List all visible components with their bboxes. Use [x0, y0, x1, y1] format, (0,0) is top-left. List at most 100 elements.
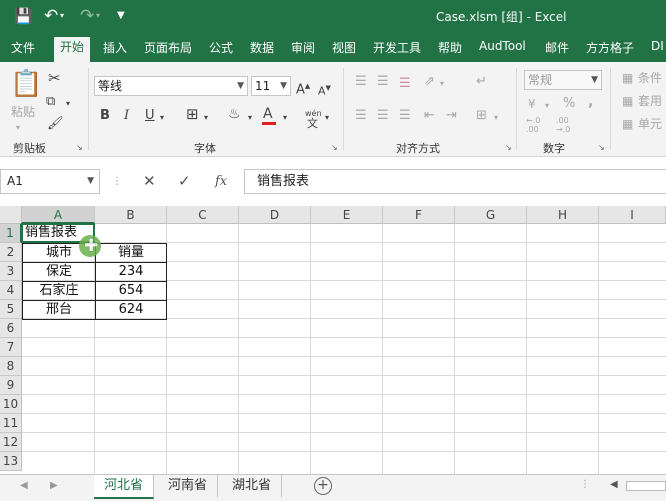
- tab-data[interactable]: 数据: [250, 39, 274, 56]
- scroll-left-icon[interactable]: ◀: [610, 479, 618, 490]
- row-header-2[interactable]: 2: [0, 243, 22, 262]
- row-header-7[interactable]: 7: [0, 338, 22, 357]
- orientation-dropdown-icon[interactable]: ▾: [440, 76, 444, 92]
- formula-input[interactable]: 销售报表: [244, 169, 666, 194]
- tab-developer[interactable]: 开发工具: [373, 39, 421, 56]
- font-size-combo[interactable]: 11 ▼: [251, 76, 291, 96]
- align-left-icon[interactable]: ☰: [355, 108, 367, 124]
- cancel-icon[interactable]: ✕: [143, 172, 156, 190]
- phonetic-char-icon[interactable]: 文: [307, 116, 318, 132]
- paste-label[interactable]: 粘贴: [11, 104, 35, 120]
- tab-fangfang[interactable]: 方方格子: [586, 39, 634, 56]
- scroll-sheets-right-icon[interactable]: ▶: [50, 480, 58, 491]
- tab-view[interactable]: 视图: [332, 39, 356, 56]
- tab-di[interactable]: DI: [651, 39, 664, 53]
- cell-a3[interactable]: 保定: [22, 262, 96, 282]
- tab-file[interactable]: 文件: [11, 39, 35, 56]
- accounting-format-icon[interactable]: ¥: [528, 96, 536, 112]
- row-header-9[interactable]: 9: [0, 376, 22, 395]
- alignment-launcher-icon[interactable]: ↘: [505, 143, 512, 152]
- align-middle-icon[interactable]: ☰: [377, 74, 389, 90]
- conditional-format-icon[interactable]: ▦: [622, 70, 633, 86]
- align-center-icon[interactable]: ☰: [377, 108, 389, 124]
- decrease-indent-icon[interactable]: ⇤: [424, 108, 435, 124]
- fill-color-icon[interactable]: ♨: [228, 106, 241, 122]
- font-launcher-icon[interactable]: ↘: [331, 143, 338, 152]
- tab-page-layout[interactable]: 页面布局: [144, 39, 192, 56]
- italic-button[interactable]: I: [124, 108, 129, 124]
- wrap-text-icon[interactable]: ↵: [476, 74, 487, 90]
- row-header-4[interactable]: 4: [0, 281, 22, 300]
- border-dropdown-icon[interactable]: ▾: [204, 110, 208, 126]
- copy-dropdown-icon[interactable]: ▾: [66, 96, 70, 112]
- column-header-i[interactable]: I: [599, 206, 666, 224]
- row-header-6[interactable]: 6: [0, 319, 22, 338]
- cell-a5[interactable]: 邢台: [22, 300, 96, 320]
- merge-center-icon[interactable]: ⊞: [476, 108, 487, 124]
- save-icon[interactable]: 💾: [14, 6, 33, 26]
- column-header-b[interactable]: B: [95, 206, 167, 224]
- undo-dropdown-icon[interactable]: ▾: [60, 6, 64, 26]
- row-header-5[interactable]: 5: [0, 300, 22, 319]
- increase-decimal-button[interactable]: ←.0 .00: [526, 116, 550, 134]
- sheet-tab-henan[interactable]: 河南省: [158, 475, 219, 497]
- column-header-f[interactable]: F: [383, 206, 455, 224]
- customize-quick-access-icon[interactable]: ▼: [117, 6, 125, 26]
- decrease-font-icon[interactable]: A▼: [318, 80, 331, 100]
- align-right-icon[interactable]: ☰: [399, 108, 411, 124]
- cell-b4[interactable]: 654: [95, 281, 167, 301]
- fill-color-dropdown-icon[interactable]: ▾: [248, 110, 252, 126]
- worksheet-grid[interactable]: A B C D E F G H I 1 2 3 4 5 6 7 8 9 10 1…: [0, 206, 666, 474]
- horizontal-scrollbar[interactable]: [626, 481, 666, 491]
- number-format-combo[interactable]: 常规 ▼: [524, 70, 602, 90]
- align-bottom-icon[interactable]: ☰: [399, 76, 411, 92]
- cell-a4[interactable]: 石家庄: [22, 281, 96, 301]
- font-name-combo[interactable]: 等线 ▼: [94, 76, 248, 96]
- cell-b3[interactable]: 234: [95, 262, 167, 282]
- sheet-tab-hebei[interactable]: 河北省: [94, 475, 155, 499]
- merge-dropdown-icon[interactable]: ▾: [494, 110, 498, 126]
- redo-dropdown-icon[interactable]: ▾: [96, 6, 100, 26]
- clipboard-launcher-icon[interactable]: ↘: [76, 143, 83, 152]
- percent-style-button[interactable]: %: [563, 96, 575, 112]
- phonetic-dropdown-icon[interactable]: ▾: [325, 110, 329, 126]
- cut-icon[interactable]: ✂: [48, 70, 61, 86]
- column-header-g[interactable]: G: [455, 206, 527, 224]
- scroll-sheets-left-icon[interactable]: ◀: [20, 480, 28, 491]
- column-header-h[interactable]: H: [527, 206, 599, 224]
- paste-icon[interactable]: 📋: [10, 70, 42, 98]
- more-options-icon[interactable]: ⋮: [112, 176, 122, 187]
- border-icon[interactable]: ⊞: [186, 106, 199, 122]
- row-header-13[interactable]: 13: [0, 452, 22, 471]
- tab-insert[interactable]: 插入: [103, 39, 127, 56]
- cell-styles-icon[interactable]: ▦: [622, 116, 633, 132]
- font-color-dropdown-icon[interactable]: ▾: [283, 110, 287, 126]
- copy-icon[interactable]: ⧉: [46, 94, 55, 110]
- column-header-a[interactable]: A: [22, 206, 95, 224]
- table-format-icon[interactable]: ▦: [622, 93, 633, 109]
- row-header-10[interactable]: 10: [0, 395, 22, 414]
- decrease-decimal-button[interactable]: .00 →.0: [556, 116, 580, 134]
- undo-icon[interactable]: ↶: [44, 6, 58, 26]
- row-header-11[interactable]: 11: [0, 414, 22, 433]
- align-top-icon[interactable]: ☰: [355, 74, 367, 90]
- column-header-d[interactable]: D: [239, 206, 311, 224]
- tab-mail[interactable]: 邮件: [545, 39, 569, 56]
- row-header-12[interactable]: 12: [0, 433, 22, 452]
- comma-style-button[interactable]: ,: [588, 94, 593, 110]
- tab-home[interactable]: 开始: [54, 37, 91, 62]
- conditional-format-label[interactable]: 条件: [638, 70, 662, 86]
- number-launcher-icon[interactable]: ↘: [598, 143, 605, 152]
- underline-button[interactable]: U: [145, 108, 155, 124]
- tab-audtool[interactable]: AudTool: [479, 39, 526, 53]
- increase-indent-icon[interactable]: ⇥: [446, 108, 457, 124]
- font-color-icon[interactable]: A: [262, 106, 276, 125]
- sheet-tab-hubei[interactable]: 湖北省: [222, 475, 283, 497]
- column-header-e[interactable]: E: [311, 206, 383, 224]
- tab-help[interactable]: 帮助: [438, 39, 462, 56]
- tab-splitter-icon[interactable]: ⋮: [580, 479, 590, 490]
- redo-icon[interactable]: ↷: [80, 6, 94, 26]
- enter-icon[interactable]: ✓: [178, 172, 191, 190]
- bold-button[interactable]: B: [100, 108, 110, 124]
- accounting-dropdown-icon[interactable]: ▾: [545, 98, 549, 114]
